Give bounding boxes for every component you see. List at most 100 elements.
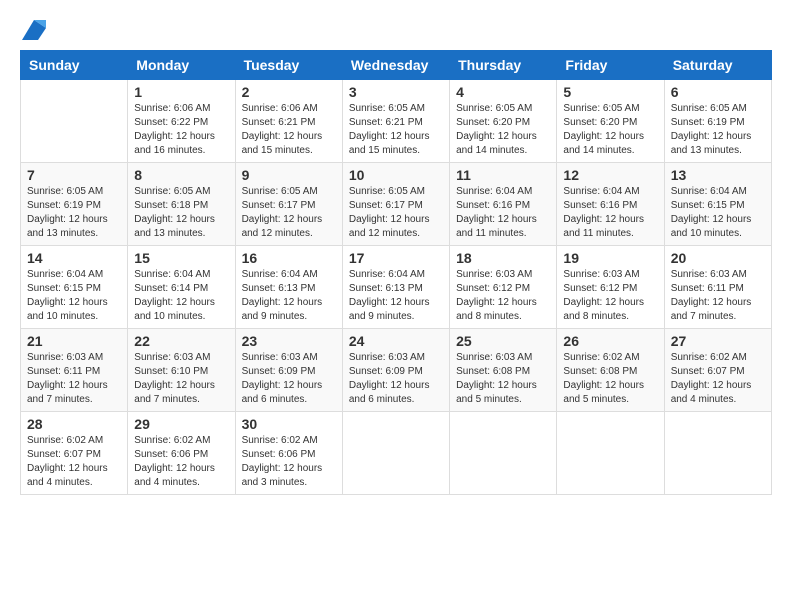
calendar-cell: 7 Sunrise: 6:05 AMSunset: 6:19 PMDaylight… — [21, 163, 128, 246]
calendar-week-1: 1 Sunrise: 6:06 AMSunset: 6:22 PMDaylight… — [21, 80, 772, 163]
weekday-header-saturday: Saturday — [664, 51, 771, 80]
day-number: 23 — [242, 333, 336, 349]
day-number: 21 — [27, 333, 121, 349]
calendar-cell: 14Sunrise: 6:04 AMSunset: 6:15 PMDayligh… — [21, 246, 128, 329]
day-number: 24 — [349, 333, 443, 349]
day-number: 5 — [563, 84, 657, 100]
calendar-cell: 19 Sunrise: 6:03 AMSunset: 6:12 PMDayligh… — [557, 246, 664, 329]
day-number: 29 — [134, 416, 228, 432]
calendar-cell — [664, 412, 771, 495]
day-info: Sunrise: 6:06 AMSunset: 6:22 PMDaylight:… — [134, 102, 228, 158]
calendar-cell: 9 Sunrise: 6:05 AMSunset: 6:17 PMDaylight… — [235, 163, 342, 246]
day-number: 8 — [134, 167, 228, 183]
calendar-cell: 5Sunrise: 6:05 AMSunset: 6:20 PMDaylight… — [557, 80, 664, 163]
day-info: Sunrise: 6:05 AMSunset: 6:19 PMDaylight:… — [27, 185, 121, 241]
day-number: 26 — [563, 333, 657, 349]
weekday-header-monday: Monday — [128, 51, 235, 80]
weekday-header-thursday: Thursday — [450, 51, 557, 80]
day-number: 9 — [242, 167, 336, 183]
day-info: Sunrise: 6:04 AMSunset: 6:13 PMDaylight:… — [242, 268, 336, 324]
day-info: Sunrise: 6:05 AMSunset: 6:20 PMDaylight:… — [456, 102, 550, 158]
calendar-cell: 29 Sunrise: 6:02 AMSunset: 6:06 PMDayligh… — [128, 412, 235, 495]
calendar-week-3: 14Sunrise: 6:04 AMSunset: 6:15 PMDayligh… — [21, 246, 772, 329]
calendar-cell: 28 Sunrise: 6:02 AMSunset: 6:07 PMDayligh… — [21, 412, 128, 495]
day-number: 10 — [349, 167, 443, 183]
day-number: 11 — [456, 167, 550, 183]
calendar-cell: 3 Sunrise: 6:05 AMSunset: 6:21 PMDaylight… — [342, 80, 449, 163]
calendar-cell: 6 Sunrise: 6:05 AMSunset: 6:19 PMDaylight… — [664, 80, 771, 163]
calendar-cell — [557, 412, 664, 495]
day-number: 7 — [27, 167, 121, 183]
calendar-cell: 20Sunrise: 6:03 AMSunset: 6:11 PMDayligh… — [664, 246, 771, 329]
day-number: 14 — [27, 250, 121, 266]
calendar-week-2: 7 Sunrise: 6:05 AMSunset: 6:19 PMDaylight… — [21, 163, 772, 246]
weekday-header-wednesday: Wednesday — [342, 51, 449, 80]
day-info: Sunrise: 6:05 AMSunset: 6:18 PMDaylight:… — [134, 185, 228, 241]
day-info: Sunrise: 6:03 AMSunset: 6:12 PMDaylight:… — [456, 268, 550, 324]
weekday-header-tuesday: Tuesday — [235, 51, 342, 80]
day-info: Sunrise: 6:05 AMSunset: 6:19 PMDaylight:… — [671, 102, 765, 158]
calendar-cell: 1 Sunrise: 6:06 AMSunset: 6:22 PMDaylight… — [128, 80, 235, 163]
day-number: 19 — [563, 250, 657, 266]
day-info: Sunrise: 6:06 AMSunset: 6:21 PMDaylight:… — [242, 102, 336, 158]
day-number: 1 — [134, 84, 228, 100]
calendar-cell: 12 Sunrise: 6:04 AMSunset: 6:16 PMDayligh… — [557, 163, 664, 246]
weekday-header-sunday: Sunday — [21, 51, 128, 80]
day-info: Sunrise: 6:02 AMSunset: 6:08 PMDaylight:… — [563, 351, 657, 407]
day-info: Sunrise: 6:04 AMSunset: 6:16 PMDaylight:… — [456, 185, 550, 241]
day-info: Sunrise: 6:02 AMSunset: 6:07 PMDaylight:… — [27, 434, 121, 490]
day-number: 4 — [456, 84, 550, 100]
calendar-cell: 24Sunrise: 6:03 AMSunset: 6:09 PMDayligh… — [342, 329, 449, 412]
day-number: 27 — [671, 333, 765, 349]
day-info: Sunrise: 6:03 AMSunset: 6:10 PMDaylight:… — [134, 351, 228, 407]
day-info: Sunrise: 6:02 AMSunset: 6:07 PMDaylight:… — [671, 351, 765, 407]
day-number: 22 — [134, 333, 228, 349]
calendar-cell: 18 Sunrise: 6:03 AMSunset: 6:12 PMDayligh… — [450, 246, 557, 329]
calendar-cell: 2 Sunrise: 6:06 AMSunset: 6:21 PMDaylight… — [235, 80, 342, 163]
calendar-week-5: 28 Sunrise: 6:02 AMSunset: 6:07 PMDayligh… — [21, 412, 772, 495]
day-info: Sunrise: 6:04 AMSunset: 6:15 PMDaylight:… — [671, 185, 765, 241]
day-info: Sunrise: 6:05 AMSunset: 6:17 PMDaylight:… — [242, 185, 336, 241]
calendar-cell: 27 Sunrise: 6:02 AMSunset: 6:07 PMDayligh… — [664, 329, 771, 412]
calendar-cell: 21 Sunrise: 6:03 AMSunset: 6:11 PMDayligh… — [21, 329, 128, 412]
day-info: Sunrise: 6:05 AMSunset: 6:17 PMDaylight:… — [349, 185, 443, 241]
day-info: Sunrise: 6:03 AMSunset: 6:09 PMDaylight:… — [242, 351, 336, 407]
calendar-cell: 4 Sunrise: 6:05 AMSunset: 6:20 PMDaylight… — [450, 80, 557, 163]
calendar-cell: 15Sunrise: 6:04 AMSunset: 6:14 PMDayligh… — [128, 246, 235, 329]
weekday-header-friday: Friday — [557, 51, 664, 80]
day-number: 6 — [671, 84, 765, 100]
day-info: Sunrise: 6:04 AMSunset: 6:13 PMDaylight:… — [349, 268, 443, 324]
calendar-cell: 10 Sunrise: 6:05 AMSunset: 6:17 PMDayligh… — [342, 163, 449, 246]
logo — [20, 20, 46, 40]
day-number: 18 — [456, 250, 550, 266]
calendar-cell: 17Sunrise: 6:04 AMSunset: 6:13 PMDayligh… — [342, 246, 449, 329]
day-number: 28 — [27, 416, 121, 432]
logo-icon — [22, 20, 46, 40]
day-number: 2 — [242, 84, 336, 100]
calendar-cell: 16 Sunrise: 6:04 AMSunset: 6:13 PMDayligh… — [235, 246, 342, 329]
calendar-cell: 22 Sunrise: 6:03 AMSunset: 6:10 PMDayligh… — [128, 329, 235, 412]
day-info: Sunrise: 6:03 AMSunset: 6:11 PMDaylight:… — [27, 351, 121, 407]
day-info: Sunrise: 6:04 AMSunset: 6:16 PMDaylight:… — [563, 185, 657, 241]
day-info: Sunrise: 6:02 AMSunset: 6:06 PMDaylight:… — [134, 434, 228, 490]
calendar-table: SundayMondayTuesdayWednesdayThursdayFrid… — [20, 50, 772, 495]
calendar-cell: 11 Sunrise: 6:04 AMSunset: 6:16 PMDayligh… — [450, 163, 557, 246]
day-number: 30 — [242, 416, 336, 432]
day-number: 16 — [242, 250, 336, 266]
calendar-header-row: SundayMondayTuesdayWednesdayThursdayFrid… — [21, 51, 772, 80]
day-number: 3 — [349, 84, 443, 100]
page-header — [20, 20, 772, 40]
calendar-cell — [342, 412, 449, 495]
day-number: 20 — [671, 250, 765, 266]
day-info: Sunrise: 6:02 AMSunset: 6:06 PMDaylight:… — [242, 434, 336, 490]
day-number: 13 — [671, 167, 765, 183]
day-number: 15 — [134, 250, 228, 266]
calendar-cell: 23 Sunrise: 6:03 AMSunset: 6:09 PMDayligh… — [235, 329, 342, 412]
day-info: Sunrise: 6:05 AMSunset: 6:21 PMDaylight:… — [349, 102, 443, 158]
day-info: Sunrise: 6:03 AMSunset: 6:12 PMDaylight:… — [563, 268, 657, 324]
calendar-cell: 25Sunrise: 6:03 AMSunset: 6:08 PMDayligh… — [450, 329, 557, 412]
calendar-cell — [450, 412, 557, 495]
calendar-cell: 8 Sunrise: 6:05 AMSunset: 6:18 PMDaylight… — [128, 163, 235, 246]
calendar-cell: 13 Sunrise: 6:04 AMSunset: 6:15 PMDayligh… — [664, 163, 771, 246]
day-number: 12 — [563, 167, 657, 183]
